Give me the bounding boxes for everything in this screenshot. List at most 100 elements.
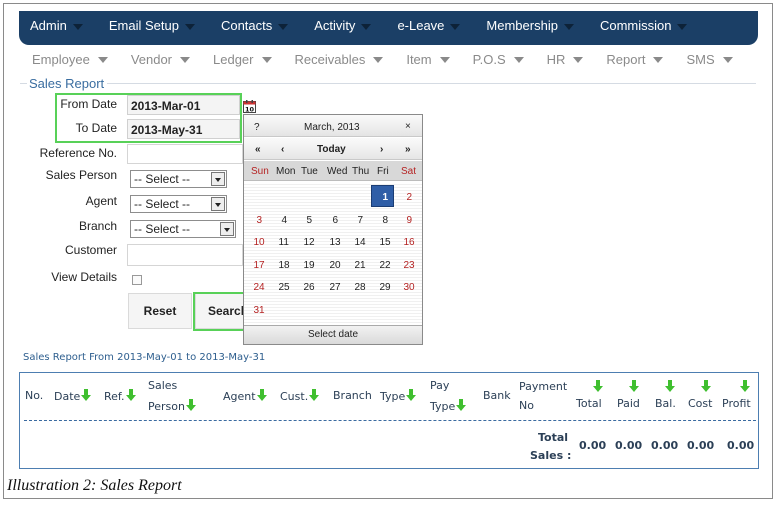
calendar-day-11[interactable]: 11 xyxy=(279,237,289,248)
branch-select-value: -- Select -- xyxy=(134,222,191,236)
col-header-sales-person-line1: Sales xyxy=(148,379,178,392)
branch-select[interactable]: -- Select -- xyxy=(130,220,236,238)
top-nav-commission[interactable]: Commission xyxy=(600,18,688,33)
calendar-help-button[interactable]: ? xyxy=(254,122,260,133)
report-title: Sales Report From 2013-May-01 to 2013-Ma… xyxy=(23,352,266,363)
calendar-prev-month-button[interactable]: ‹ xyxy=(281,144,284,155)
top-nav-eleave[interactable]: e-Leave xyxy=(397,18,461,33)
calendar-day-1[interactable]: 1 xyxy=(383,192,389,203)
calendar-day-5[interactable]: 5 xyxy=(307,215,313,226)
view-details-label: View Details xyxy=(51,270,117,284)
col-header-total: Total xyxy=(576,397,602,410)
sort-arrow-icon[interactable] xyxy=(740,380,750,392)
reference-input[interactable] xyxy=(127,144,243,164)
calendar-day-28[interactable]: 28 xyxy=(355,282,366,293)
calendar-day-2[interactable]: 2 xyxy=(407,192,413,203)
calendar-day-25[interactable]: 25 xyxy=(279,282,290,293)
calendar-body xyxy=(244,182,422,325)
calendar-day-15[interactable]: 15 xyxy=(380,237,391,248)
agent-select[interactable]: -- Select -- xyxy=(130,195,227,213)
view-details-checkbox[interactable] xyxy=(132,275,142,285)
calendar-weekday-mon: Mon xyxy=(276,166,296,177)
calendar-footer: Select date xyxy=(244,325,422,344)
sub-nav-employee[interactable]: Employee xyxy=(32,52,108,67)
col-header-pay-type[interactable]: Type xyxy=(430,399,467,413)
dropdown-arrow-icon xyxy=(211,197,225,211)
calendar-day-6[interactable]: 6 xyxy=(333,215,339,226)
sales-person-select[interactable]: -- Select -- xyxy=(130,170,227,188)
total-sales-profit: 0.00 xyxy=(727,439,755,452)
calendar-day-31[interactable]: 31 xyxy=(254,305,265,316)
sub-nav-receivables[interactable]: Receivables xyxy=(295,52,384,67)
calendar-day-16[interactable]: 16 xyxy=(404,237,415,248)
calendar-day-17[interactable]: 17 xyxy=(254,260,265,271)
sub-nav-item[interactable]: Item xyxy=(406,52,450,67)
calendar-day-30[interactable]: 30 xyxy=(404,282,415,293)
sort-arrow-icon[interactable] xyxy=(406,389,417,401)
total-sales-label-line2: Sales : xyxy=(530,449,572,462)
sort-arrow-icon[interactable] xyxy=(665,380,675,392)
sort-arrow-icon[interactable] xyxy=(81,389,92,401)
sort-arrow-icon[interactable] xyxy=(593,380,603,392)
col-header-branch: Branch xyxy=(333,389,372,402)
calendar-icon[interactable]: 10 xyxy=(243,100,256,113)
calendar-next-year-button[interactable]: » xyxy=(405,144,411,155)
col-header-date[interactable]: Date xyxy=(54,389,92,403)
calendar-day-13[interactable]: 13 xyxy=(330,237,341,248)
calendar-day-19[interactable]: 19 xyxy=(304,260,315,271)
calendar-weekday-sat: Sat xyxy=(401,166,417,177)
col-header-payment-no-line1: Payment xyxy=(519,380,568,393)
col-header-type[interactable]: Type xyxy=(380,389,417,403)
calendar-day-3[interactable]: 3 xyxy=(257,215,263,226)
calendar-day-23[interactable]: 23 xyxy=(404,260,415,271)
top-nav-contacts[interactable]: Contacts xyxy=(221,18,289,33)
sort-arrow-icon[interactable] xyxy=(701,380,711,392)
calendar-day-21[interactable]: 21 xyxy=(355,260,366,271)
calendar-day-27[interactable]: 27 xyxy=(330,282,341,293)
col-header-paid: Paid xyxy=(617,397,640,410)
col-header-agent[interactable]: Agent xyxy=(223,389,267,403)
top-nav-admin[interactable]: Admin xyxy=(30,18,83,33)
sort-arrow-icon[interactable] xyxy=(256,389,267,401)
calendar-day-9[interactable]: 9 xyxy=(407,215,413,226)
col-header-ref[interactable]: Ref. xyxy=(104,389,136,403)
calendar-day-24[interactable]: 24 xyxy=(254,282,265,293)
calendar-day-12[interactable]: 12 xyxy=(304,237,315,248)
sort-arrow-icon[interactable] xyxy=(185,399,196,411)
chevron-down-icon xyxy=(373,57,384,63)
sub-nav-sms[interactable]: SMS xyxy=(686,52,733,67)
calendar-day-29[interactable]: 29 xyxy=(380,282,391,293)
sort-arrow-icon[interactable] xyxy=(456,399,467,411)
top-nav-activity[interactable]: Activity xyxy=(314,18,372,33)
calendar-day-7[interactable]: 7 xyxy=(358,215,364,226)
calendar-prev-year-button[interactable]: « xyxy=(255,144,261,155)
reset-button[interactable]: Reset xyxy=(128,293,192,329)
sort-arrow-icon[interactable] xyxy=(309,389,320,401)
calendar-day-14[interactable]: 14 xyxy=(355,237,366,248)
date-picker-popup: Select date ? March, 2013 × « ‹ Today › … xyxy=(243,114,423,345)
calendar-next-month-button[interactable]: › xyxy=(380,144,383,155)
sub-nav-pos[interactable]: P.O.S xyxy=(473,52,524,67)
calendar-day-10[interactable]: 10 xyxy=(254,237,265,248)
sub-nav-ledger[interactable]: Ledger xyxy=(213,52,272,67)
chevron-down-icon xyxy=(677,23,688,30)
calendar-day-22[interactable]: 22 xyxy=(380,260,391,271)
sub-nav-vendor[interactable]: Vendor xyxy=(131,52,191,67)
calendar-day-18[interactable]: 18 xyxy=(279,260,290,271)
calendar-day-8[interactable]: 8 xyxy=(383,215,389,226)
calendar-close-button[interactable]: × xyxy=(405,121,411,132)
top-nav-membership[interactable]: Membership xyxy=(486,18,574,33)
calendar-day-20[interactable]: 20 xyxy=(330,260,341,271)
customer-input[interactable] xyxy=(127,244,243,266)
col-header-sales-person[interactable]: Person xyxy=(148,399,196,413)
sub-nav-hr[interactable]: HR xyxy=(547,52,584,67)
sort-arrow-icon[interactable] xyxy=(125,389,136,401)
chevron-down-icon xyxy=(450,23,461,30)
calendar-today-button[interactable]: Today xyxy=(317,144,346,155)
calendar-day-26[interactable]: 26 xyxy=(304,282,315,293)
calendar-day-4[interactable]: 4 xyxy=(282,215,288,226)
sub-nav-report[interactable]: Report xyxy=(606,52,664,67)
top-nav-email-setup[interactable]: Email Setup xyxy=(109,18,195,33)
col-header-cust[interactable]: Cust. xyxy=(280,389,320,403)
sort-arrow-icon[interactable] xyxy=(629,380,639,392)
